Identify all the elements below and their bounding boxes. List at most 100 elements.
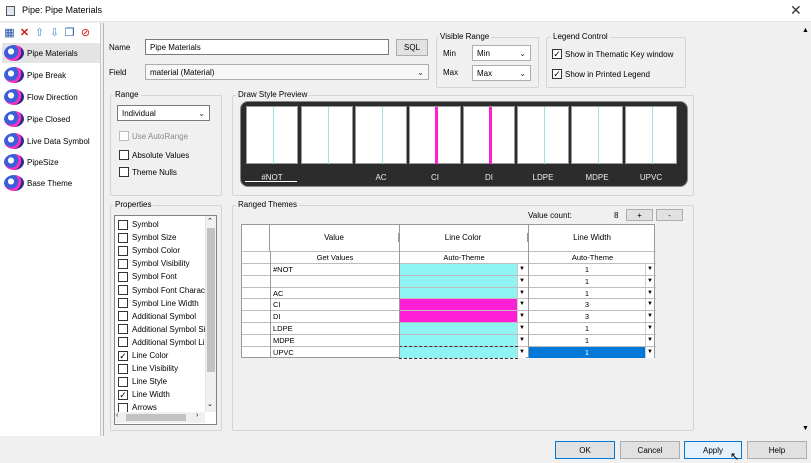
sql-button[interactable]: SQL [396, 39, 428, 56]
scroll-down-icon[interactable]: ▼ [802, 425, 809, 432]
copy-icon[interactable]: ❐ [64, 28, 75, 39]
thematic-key-option[interactable]: ✓ Show in Thematic Key window [552, 49, 673, 59]
chevron-down-icon[interactable]: ▼ [645, 287, 654, 299]
property-checkbox[interactable] [118, 245, 128, 256]
property-item[interactable]: Line Style [118, 375, 167, 388]
scroll-thumb[interactable] [207, 228, 215, 372]
cell-line-width[interactable]: 1 [529, 276, 645, 287]
cell-line-color[interactable] [400, 287, 517, 299]
cell-line-color[interactable] [400, 299, 517, 311]
properties-vertical-scrollbar[interactable]: ⌃ ⌄ [205, 216, 216, 412]
table-row[interactable]: LDPE ▼ 1 ▼ [242, 322, 656, 334]
cancel-button[interactable]: Cancel [620, 441, 680, 459]
property-item[interactable]: Symbol Visibility [118, 257, 190, 270]
new-theme-icon[interactable]: ▦ [4, 28, 15, 39]
cell-line-width[interactable]: 1 [529, 346, 645, 358]
cell-value[interactable]: DI [273, 311, 393, 322]
chevron-down-icon[interactable]: ▼ [517, 346, 526, 358]
move-down-icon[interactable]: ⇩ [49, 28, 60, 39]
theme-nulls-option[interactable]: Theme Nulls [119, 167, 177, 177]
property-checkbox[interactable] [118, 337, 128, 348]
panel-splitter[interactable] [103, 23, 104, 436]
property-item[interactable]: Symbol Line Width [118, 297, 199, 310]
chevron-up-icon[interactable]: ⌃ [207, 217, 213, 225]
property-checkbox[interactable] [118, 219, 128, 230]
property-item[interactable]: ✓ Line Width [118, 388, 170, 401]
nav-item-base-theme[interactable]: Base Theme [2, 173, 100, 193]
ok-button[interactable]: OK [555, 441, 615, 459]
nav-item-live-data-symbol[interactable]: Live Data Symbol [2, 131, 100, 151]
property-item[interactable]: Additional Symbol Si [118, 323, 205, 336]
theme-nulls-checkbox[interactable] [119, 167, 129, 177]
vertical-scrollbar[interactable]: ▲ ▼ [800, 23, 811, 436]
chevron-down-icon[interactable]: ▼ [645, 275, 654, 287]
nav-item-flow-direction[interactable]: Flow Direction [2, 87, 100, 107]
cell-value[interactable]: AC [273, 288, 393, 299]
property-item[interactable]: Line Visibility [118, 362, 178, 375]
cell-line-width[interactable]: 1 [529, 335, 645, 346]
property-item[interactable]: Additional Symbol [118, 310, 196, 323]
width-auto-theme-button[interactable]: Auto-Theme [528, 252, 656, 263]
properties-list[interactable]: Symbol Symbol Size Symbol Color Symbol Visi… [114, 215, 217, 425]
cell-value[interactable] [273, 276, 393, 287]
cell-value[interactable]: CI [273, 299, 393, 310]
property-checkbox[interactable]: ✓ [118, 389, 128, 400]
property-checkbox[interactable] [118, 311, 128, 322]
cell-value[interactable]: LDPE [273, 323, 393, 334]
property-item[interactable]: ✓ Line Color [118, 349, 168, 362]
name-input[interactable]: Pipe Materials [145, 39, 389, 55]
cell-value[interactable]: MDPE [273, 335, 393, 346]
property-item[interactable]: Symbol [118, 218, 159, 231]
chevron-down-icon[interactable]: ▼ [517, 264, 526, 275]
property-checkbox[interactable] [118, 232, 128, 243]
cell-line-color[interactable] [400, 323, 517, 334]
get-values-button[interactable]: Get Values [270, 252, 399, 263]
cell-line-width[interactable]: 3 [529, 299, 645, 310]
nav-item-pipe-break[interactable]: Pipe Break [2, 65, 100, 85]
property-item[interactable]: Symbol Font [118, 270, 177, 283]
nav-item-pipesize[interactable]: PipeSize [2, 152, 100, 172]
color-auto-theme-button[interactable]: Auto-Theme [399, 252, 528, 263]
cell-line-color[interactable] [400, 334, 517, 346]
chevron-down-icon[interactable]: ▼ [645, 264, 654, 275]
property-checkbox[interactable] [118, 324, 128, 335]
remove-range-button[interactable]: - [656, 209, 683, 221]
scroll-up-icon[interactable]: ▲ [802, 27, 809, 34]
nav-item-pipe-materials[interactable]: Pipe Materials [2, 43, 100, 63]
chevron-down-icon[interactable]: ▼ [517, 299, 526, 311]
cell-line-width[interactable]: 1 [529, 288, 645, 299]
table-row[interactable]: CI ▼ 3 ▼ [242, 298, 656, 311]
disable-icon[interactable]: ⊘ [80, 28, 91, 39]
table-row[interactable]: AC ▼ 1 ▼ [242, 286, 656, 299]
help-button[interactable]: Help [747, 441, 807, 459]
chevron-down-icon[interactable]: ▼ [645, 346, 654, 358]
property-checkbox[interactable] [118, 363, 128, 374]
absolute-values-checkbox[interactable] [119, 150, 129, 160]
property-checkbox[interactable] [118, 298, 128, 309]
chevron-down-icon[interactable]: ⌄ [207, 400, 213, 408]
chevron-down-icon[interactable]: ▼ [517, 323, 526, 334]
table-row[interactable]: #NOT ▼ 1 ▼ [242, 263, 656, 275]
nav-item-pipe-closed[interactable]: Pipe Closed [2, 109, 100, 129]
property-checkbox[interactable] [118, 271, 128, 282]
cell-value[interactable]: UPVC [273, 347, 393, 358]
cell-value[interactable]: #NOT [273, 264, 393, 275]
cell-line-width[interactable]: 3 [529, 311, 645, 322]
min-select[interactable]: Min ⌄ [472, 45, 531, 61]
chevron-down-icon[interactable]: ▼ [517, 334, 526, 346]
delete-icon[interactable]: ✕ [19, 28, 30, 39]
properties-horizontal-scrollbar[interactable]: ‹ › [115, 412, 205, 423]
chevron-down-icon[interactable]: ▼ [645, 299, 654, 311]
chevron-right-icon[interactable]: › [196, 412, 198, 419]
chevron-down-icon[interactable]: ▼ [645, 334, 654, 346]
property-item[interactable]: Symbol Font Charact [118, 284, 207, 297]
cell-line-width[interactable]: 1 [529, 264, 645, 275]
scroll-thumb[interactable] [126, 414, 186, 421]
absolute-values-option[interactable]: Absolute Values [119, 150, 189, 160]
range-mode-select[interactable]: Individual ⌄ [117, 105, 210, 121]
cell-line-color[interactable] [399, 345, 518, 359]
property-checkbox[interactable]: ✓ [118, 350, 128, 361]
table-row[interactable]: ▼ 1 ▼ [242, 274, 656, 287]
property-item[interactable]: Symbol Size [118, 231, 176, 244]
chevron-down-icon[interactable]: ▼ [517, 275, 526, 287]
